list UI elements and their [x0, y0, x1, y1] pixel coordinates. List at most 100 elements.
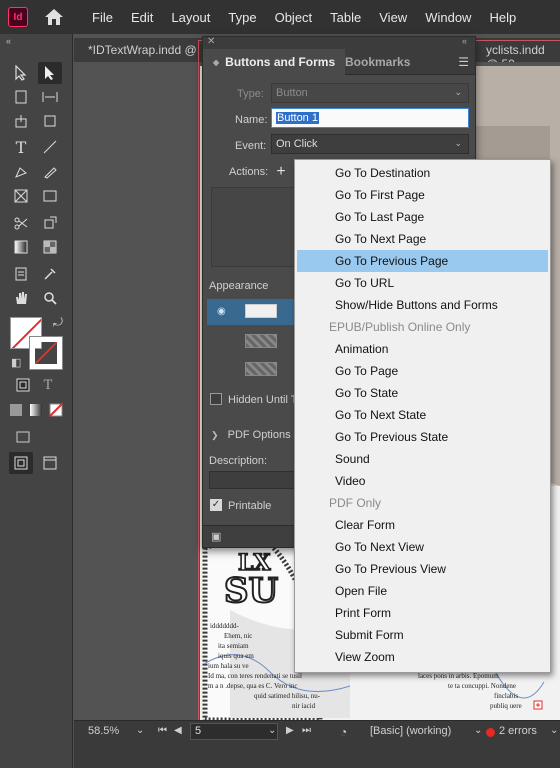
page-dropdown-icon[interactable]: ⌄ [268, 725, 276, 736]
panel-menu-icon[interactable]: ☰ [458, 55, 469, 69]
tab-buttons-and-forms[interactable]: ◆ Buttons and Forms [203, 49, 346, 75]
add-action-button[interactable]: + [271, 162, 291, 182]
menu-item-go-to-last-page[interactable]: Go To Last Page [297, 206, 548, 228]
menu-item-submit-form[interactable]: Submit Form [297, 624, 548, 646]
menu-item-print-form[interactable]: Print Form [297, 602, 548, 624]
menu-item-go-to-previous-page[interactable]: Go To Previous Page [297, 250, 548, 272]
menu-item-go-to-previous-view[interactable]: Go To Previous View [297, 558, 548, 580]
double-chevron-icon: ◆ [213, 57, 220, 67]
name-input[interactable]: Button 1 [271, 108, 469, 128]
error-count[interactable]: 2 errors [499, 725, 537, 737]
formatting-container-icon[interactable] [11, 374, 35, 396]
previous-page-icon[interactable]: ◀ [174, 725, 182, 736]
gradient-feather-tool-icon[interactable] [38, 236, 62, 258]
menu-type[interactable]: Type [228, 10, 256, 25]
content-collector-icon[interactable] [9, 110, 33, 132]
rectangle-tool-icon[interactable] [38, 185, 62, 207]
preflight-icon[interactable]: ◔ [340, 725, 347, 739]
page-number-input[interactable]: 5 [190, 723, 278, 740]
content-placer-icon[interactable] [38, 110, 62, 132]
zoom-level[interactable]: 58.5% [88, 725, 119, 737]
menu-item-go-to-next-state[interactable]: Go To Next State [297, 404, 548, 426]
home-icon[interactable] [42, 5, 66, 29]
preview-panel-icon[interactable]: ▣ [211, 530, 221, 543]
panel-title-bar[interactable]: ✕ « [203, 36, 475, 49]
menu-table[interactable]: Table [330, 10, 361, 25]
eyedropper-tool-icon[interactable] [38, 263, 62, 285]
event-select[interactable]: On Click ⌄ [271, 134, 469, 154]
line-tool-icon[interactable] [38, 136, 62, 158]
direct-selection-tool-icon[interactable] [38, 62, 62, 84]
error-indicator-icon [486, 728, 495, 737]
menu-item-go-to-next-page[interactable]: Go To Next Page [297, 228, 548, 250]
doc-tab-idtextwrap[interactable]: *IDTextWrap.indd @ [88, 43, 197, 57]
menu-item-open-file[interactable]: Open File [297, 580, 548, 602]
menu-layout[interactable]: Layout [171, 10, 210, 25]
chevron-right-icon: ❯ [211, 430, 219, 440]
preview-view-icon[interactable] [38, 452, 62, 474]
menu-item-go-to-previous-state[interactable]: Go To Previous State [297, 426, 548, 448]
menu-item-video[interactable]: Video [297, 470, 548, 492]
page-tool-icon[interactable] [9, 86, 33, 108]
zoom-dropdown-icon[interactable]: ⌄ [136, 725, 144, 736]
menu-item-go-to-state[interactable]: Go To State [297, 382, 548, 404]
scissors-tool-icon[interactable] [9, 212, 33, 234]
menu-window[interactable]: Window [425, 10, 471, 25]
menu-item-go-to-url[interactable]: Go To URL [297, 272, 548, 294]
swap-fill-stroke-icon[interactable]: ⤾ [53, 315, 63, 330]
menu-file[interactable]: File [92, 10, 113, 25]
menu-item-view-zoom[interactable]: View Zoom [297, 646, 548, 668]
menu-item-show-hide-buttons[interactable]: Show/Hide Buttons and Forms [297, 294, 548, 316]
formatting-text-icon[interactable]: T [36, 374, 60, 396]
apply-none-icon[interactable] [44, 399, 68, 421]
change-screen-mode-icon[interactable] [11, 426, 35, 448]
gap-tool-icon[interactable] [38, 86, 62, 108]
appearance-thumbnail [245, 304, 277, 318]
last-page-icon[interactable]: ⏭ [302, 725, 311, 736]
collapse-panel-icon[interactable]: « [462, 36, 467, 46]
hand-tool-icon[interactable] [9, 287, 33, 309]
stroke-swatch[interactable] [29, 336, 63, 370]
pencil-tool-icon[interactable] [38, 161, 62, 183]
appearance-label: Appearance [209, 280, 269, 292]
tools-panel: « T ⤾ ◧ T [0, 34, 73, 768]
free-transform-tool-icon[interactable] [38, 212, 62, 234]
name-value: Button 1 [276, 112, 319, 124]
pdf-options-toggle[interactable]: ❯ PDF Options [211, 429, 291, 441]
gradient-swatch-tool-icon[interactable] [9, 236, 33, 258]
collapse-toolbar-icon[interactable]: « [6, 36, 11, 46]
menu-item-go-to-destination[interactable]: Go To Destination [297, 162, 548, 184]
preflight-profile[interactable]: [Basic] (working) [370, 725, 451, 737]
menu-item-go-to-next-view[interactable]: Go To Next View [297, 536, 548, 558]
pen-tool-icon[interactable] [9, 161, 33, 183]
type-select[interactable]: Button ⌄ [271, 83, 469, 103]
rectangle-frame-tool-icon[interactable] [9, 185, 33, 207]
menu-item-go-to-first-page[interactable]: Go To First Page [297, 184, 548, 206]
menu-item-sound[interactable]: Sound [297, 448, 548, 470]
next-page-icon[interactable]: ▶ [286, 725, 294, 736]
first-page-icon[interactable]: ⏮ [158, 725, 167, 736]
printable-checkbox[interactable]: ✓ [210, 499, 222, 511]
menu-item-clear-form[interactable]: Clear Form [297, 514, 548, 536]
zoom-tool-icon[interactable] [38, 287, 62, 309]
note-tool-icon[interactable] [9, 263, 33, 285]
menu-help[interactable]: Help [489, 10, 516, 25]
profile-dropdown-icon[interactable]: ⌄ [474, 725, 482, 736]
normal-view-icon[interactable] [9, 452, 33, 474]
menu-item-go-to-page[interactable]: Go To Page [297, 360, 548, 382]
menu-edit[interactable]: Edit [131, 10, 153, 25]
errors-dropdown-icon[interactable]: ⌄ [550, 725, 558, 736]
tab-bookmarks[interactable]: Bookmarks [335, 49, 420, 75]
menu-object[interactable]: Object [275, 10, 313, 25]
type-tool-icon[interactable]: T [9, 136, 33, 158]
name-label: Name: [235, 114, 268, 126]
appearance-thumbnail [245, 334, 277, 348]
hidden-until-triggered-checkbox[interactable] [210, 393, 222, 405]
status-bar: 58.5% ⌄ ⏮ ◀ 5 ⌄ ▶ ⏭ ◔ [Basic] (working) … [74, 720, 560, 742]
default-fill-stroke-icon[interactable]: ◧ [11, 356, 21, 369]
menu-item-animation[interactable]: Animation [297, 338, 548, 360]
menu-view[interactable]: View [379, 10, 407, 25]
close-panel-icon[interactable]: ✕ [207, 36, 215, 47]
selection-tool-icon[interactable] [9, 62, 33, 84]
eye-icon[interactable]: ◉ [217, 306, 226, 317]
